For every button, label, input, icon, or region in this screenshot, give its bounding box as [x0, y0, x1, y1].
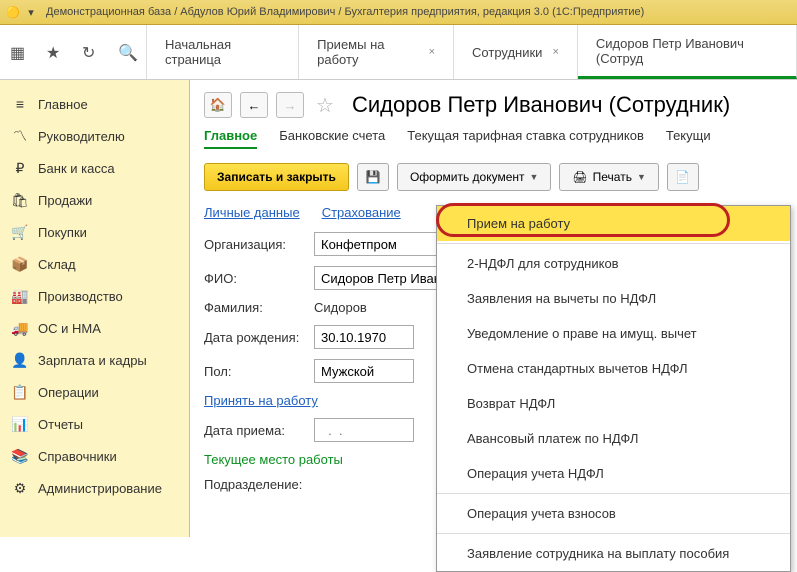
fio-label: ФИО:: [204, 271, 314, 286]
gear-icon: ⚙: [12, 480, 28, 496]
sidebar: ≡Главное 〽Руководителю ₽Банк и касса 🛍Пр…: [0, 80, 190, 537]
dd-item-ndfl-op[interactable]: Операция учета НДФЛ: [437, 456, 790, 491]
sidebar-item-reports[interactable]: 📊Отчеты: [0, 408, 189, 440]
bag-icon: 🛍: [12, 192, 28, 208]
dd-item-2ndfl[interactable]: 2-НДФЛ для сотрудников: [437, 246, 790, 281]
history-icon[interactable]: ↻: [82, 43, 100, 61]
dd-item-contrib-op[interactable]: Операция учета взносов: [437, 496, 790, 531]
star-icon[interactable]: ★: [46, 43, 64, 61]
dropdown-icon[interactable]: ▾: [24, 5, 38, 19]
sidebar-item-production[interactable]: 🏭Производство: [0, 280, 189, 312]
apps-icon[interactable]: ▦: [10, 43, 28, 61]
chart-icon: 〽: [12, 128, 28, 144]
hire-date-input[interactable]: [314, 418, 414, 442]
inner-tab-main[interactable]: Главное: [204, 128, 257, 149]
sidebar-item-main[interactable]: ≡Главное: [0, 88, 189, 120]
tab-employee-card[interactable]: Сидоров Петр Иванович (Сотруд: [578, 25, 797, 79]
favorite-star-icon[interactable]: ☆: [316, 93, 334, 118]
factory-icon: 🏭: [12, 288, 28, 304]
tab-home[interactable]: Начальная страница: [147, 25, 299, 79]
create-document-button[interactable]: Оформить документ▼: [397, 163, 551, 191]
save-close-button[interactable]: Записать и закрыть: [204, 163, 349, 191]
sidebar-item-bank[interactable]: ₽Банк и касса: [0, 152, 189, 184]
personal-data-link[interactable]: Личные данные: [204, 205, 300, 220]
dd-item-property[interactable]: Уведомление о праве на имущ. вычет: [437, 316, 790, 351]
separator: [437, 243, 790, 244]
surname-value: Сидоров: [314, 300, 367, 315]
list-icon: ≡: [12, 96, 28, 112]
gender-label: Пол:: [204, 364, 314, 379]
close-icon[interactable]: ×: [429, 46, 435, 58]
report-icon: 📊: [12, 416, 28, 432]
sidebar-item-manager[interactable]: 〽Руководителю: [0, 120, 189, 152]
sidebar-item-payroll[interactable]: 👤Зарплата и кадры: [0, 344, 189, 376]
inner-tab-accounts[interactable]: Банковские счета: [279, 128, 385, 149]
window-titlebar: 🟡 ▾ Демонстрационная база / Абдулов Юрий…: [0, 0, 797, 25]
sidebar-item-sales[interactable]: 🛍Продажи: [0, 184, 189, 216]
org-label: Организация:: [204, 237, 314, 252]
sidebar-item-admin[interactable]: ⚙Администрирование: [0, 472, 189, 504]
ruble-icon: ₽: [12, 160, 28, 176]
tab-hiring[interactable]: Приемы на работу×: [299, 25, 454, 79]
inner-tab-more[interactable]: Текущи: [666, 128, 711, 149]
inner-tab-rate[interactable]: Текущая тарифная ставка сотрудников: [407, 128, 644, 149]
department-label: Подразделение:: [204, 477, 314, 492]
sidebar-item-catalogs[interactable]: 📚Справочники: [0, 440, 189, 472]
chevron-down-icon: ▼: [530, 172, 539, 182]
dd-item-benefit-app[interactable]: Заявление сотрудника на выплату пособия: [437, 536, 790, 571]
app-icon: 🟡: [6, 5, 20, 19]
person-icon: 👤: [12, 352, 28, 368]
extra-button[interactable]: 📄: [667, 163, 699, 191]
dd-item-hire[interactable]: Прием на работу: [437, 206, 790, 241]
print-button[interactable]: 🖨 Печать▼: [559, 163, 658, 191]
insurance-link[interactable]: Страхование: [322, 205, 401, 220]
tab-employees[interactable]: Сотрудники×: [454, 25, 578, 79]
dd-item-cancel-deduct[interactable]: Отмена стандартных вычетов НДФЛ: [437, 351, 790, 386]
dd-item-advance[interactable]: Авансовый платеж по НДФЛ: [437, 421, 790, 456]
dd-item-deductions[interactable]: Заявления на вычеты по НДФЛ: [437, 281, 790, 316]
hire-date-label: Дата приема:: [204, 423, 314, 438]
separator: [437, 533, 790, 534]
ledger-icon: 📋: [12, 384, 28, 400]
gender-input[interactable]: [314, 359, 414, 383]
dob-input[interactable]: [314, 325, 414, 349]
box-icon: 📦: [12, 256, 28, 272]
close-icon[interactable]: ×: [552, 46, 558, 58]
search-icon[interactable]: 🔍: [118, 43, 136, 61]
surname-label: Фамилия:: [204, 300, 314, 315]
save-button[interactable]: 💾: [357, 163, 389, 191]
sidebar-item-warehouse[interactable]: 📦Склад: [0, 248, 189, 280]
dob-label: Дата рождения:: [204, 330, 314, 345]
forward-button[interactable]: →: [276, 92, 304, 118]
cart-icon: 🛒: [12, 224, 28, 240]
chevron-down-icon: ▼: [637, 172, 646, 182]
book-icon: 📚: [12, 448, 28, 464]
document-dropdown-menu: Прием на работу 2-НДФЛ для сотрудников З…: [436, 205, 791, 572]
page-title: Сидоров Петр Иванович (Сотрудник): [352, 92, 730, 118]
truck-icon: 🚚: [12, 320, 28, 336]
dd-item-return-ndfl[interactable]: Возврат НДФЛ: [437, 386, 790, 421]
separator: [437, 493, 790, 494]
sidebar-item-purchases[interactable]: 🛒Покупки: [0, 216, 189, 248]
top-toolbar: ▦ ★ ↻ 🔍 Начальная страница Приемы на раб…: [0, 25, 797, 80]
hire-link[interactable]: Принять на работу: [204, 393, 318, 408]
home-button[interactable]: 🏠: [204, 92, 232, 118]
back-button[interactable]: ←: [240, 92, 268, 118]
sidebar-item-assets[interactable]: 🚚ОС и НМА: [0, 312, 189, 344]
sidebar-item-operations[interactable]: 📋Операции: [0, 376, 189, 408]
title-text: Демонстрационная база / Абдулов Юрий Вла…: [46, 6, 644, 18]
